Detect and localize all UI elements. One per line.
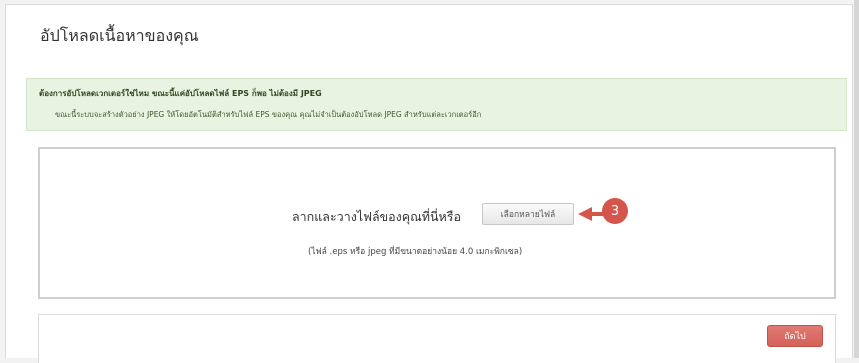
page-title: อัปโหลดเนื้อหาของคุณ (40, 26, 199, 45)
upload-panel: อัปโหลดเนื้อหาของคุณ ต้องการอัปโหลดเวกเต… (5, 4, 853, 363)
file-requirements-hint: (ไฟล์ .eps หรือ jpeg ที่มีขนาดอย่างน้อย … (308, 247, 523, 257)
step-number-badge: 3 (602, 198, 628, 224)
choose-files-button[interactable]: เลือกหลายไฟล์ (482, 203, 574, 225)
footer-bar: ถัดไป (38, 314, 836, 363)
notice-heading: ต้องการอัปโหลดเวกเตอร์ใช่ไหม ขณะนี้แค่อั… (39, 89, 322, 98)
next-button[interactable]: ถัดไป (767, 325, 823, 347)
dropzone-prompt: ลากและวางไฟล์ของคุณที่นี่หรือ (292, 209, 461, 224)
info-notice: ต้องการอัปโหลดเวกเตอร์ใช่ไหม ขณะนี้แค่อั… (26, 78, 847, 131)
notice-body: ขณะนี้ระบบจะสร้างตัวอย่าง JPEG ให้โดยอัต… (55, 110, 482, 119)
file-dropzone[interactable]: ลากและวางไฟล์ของคุณที่นี่หรือ เลือกหลายไ… (38, 147, 836, 299)
scrollbar[interactable] (854, 0, 859, 358)
